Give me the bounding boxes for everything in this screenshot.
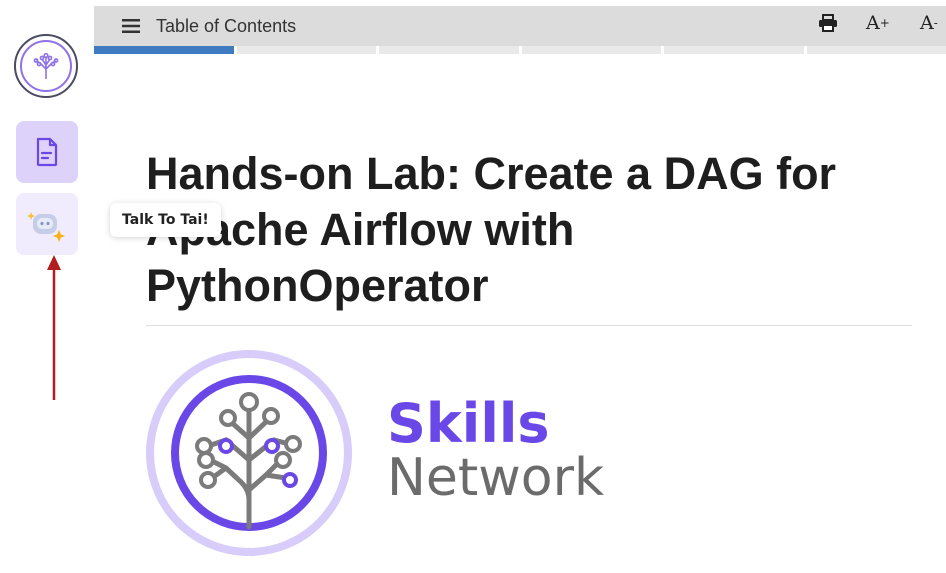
print-button[interactable] bbox=[818, 6, 838, 40]
decrease-font-sign: - bbox=[933, 16, 938, 30]
printer-icon bbox=[819, 14, 837, 32]
progress-segment bbox=[236, 46, 376, 54]
progress-segment bbox=[379, 46, 519, 54]
toolbar: Table of Contents A + A- bbox=[94, 6, 946, 46]
decrease-font-size-button[interactable]: A- bbox=[920, 6, 938, 40]
tree-logo-icon bbox=[20, 40, 72, 92]
tai-chat-sparkle-icon bbox=[27, 212, 65, 242]
talk-to-tai-tooltip: Talk To Tai! bbox=[110, 203, 221, 237]
title-divider bbox=[146, 325, 912, 326]
document-button[interactable] bbox=[16, 121, 78, 183]
skills-network-logo-word-network: Network bbox=[387, 448, 605, 508]
red-arrow-annotation bbox=[47, 255, 61, 400]
skills-network-tree-logo bbox=[146, 350, 352, 556]
increase-font-sign: + bbox=[879, 16, 890, 30]
left-rail bbox=[0, 0, 94, 573]
decrease-font-label: A bbox=[920, 12, 934, 34]
increase-font-size-button[interactable]: A + bbox=[866, 6, 890, 40]
progress-segment bbox=[664, 46, 804, 54]
progress-segment bbox=[521, 46, 661, 54]
skills-network-logo-word-skills: Skills bbox=[387, 392, 550, 455]
hamburger-menu-icon bbox=[122, 19, 140, 33]
table-of-contents-label: Table of Contents bbox=[156, 15, 297, 36]
skills-network-logo-button[interactable] bbox=[14, 34, 78, 98]
progress-segment bbox=[806, 46, 946, 54]
progress-segment bbox=[94, 46, 234, 54]
section-progress-bar bbox=[94, 46, 946, 54]
document-icon bbox=[36, 137, 58, 167]
talk-to-tai-button[interactable] bbox=[16, 193, 78, 255]
table-of-contents-toggle[interactable]: Table of Contents bbox=[122, 6, 296, 46]
increase-font-label: A bbox=[866, 12, 880, 34]
page-title: Hands-on Lab: Create a DAG for Apache Ai… bbox=[146, 148, 837, 311]
